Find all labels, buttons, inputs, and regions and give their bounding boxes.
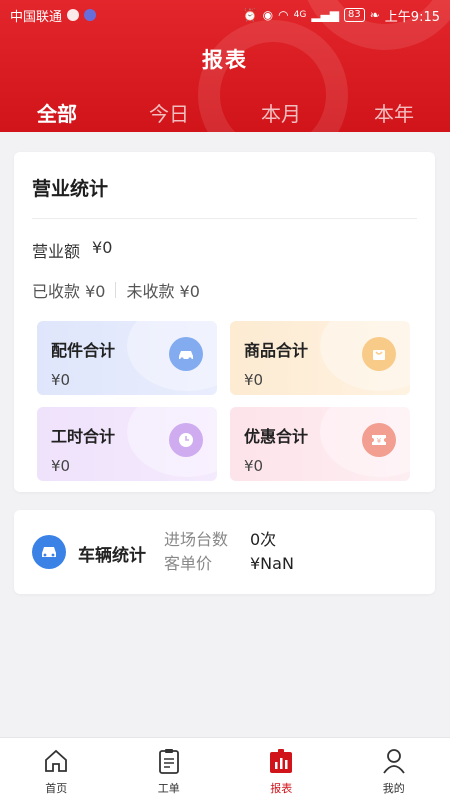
bottom-nav: 首页 工单 报表 我的	[0, 737, 450, 800]
car-icon	[32, 535, 66, 569]
message-icon	[67, 9, 80, 21]
divider	[115, 282, 117, 298]
avg-price-label: 客单价	[164, 554, 213, 573]
parts-total-value: ¥0	[51, 371, 71, 389]
bar-chart-icon	[267, 746, 295, 776]
carrier-name: 中国联通	[10, 9, 63, 25]
divider	[32, 218, 417, 219]
tab-today[interactable]: 今日	[114, 98, 224, 127]
signal-icon: ▂▄▆	[311, 8, 339, 22]
vehicle-stats-card: 车辆统计 进场台数 0次 客单价 ¥NaN	[14, 510, 435, 594]
unreceived-amount: 未收款 ¥0	[126, 282, 200, 301]
tab-month[interactable]: 本月	[226, 98, 336, 127]
alarm-icon: ⏰	[242, 8, 258, 22]
goods-total-tile[interactable]: 商品合计 ¥0	[230, 321, 410, 395]
page-title: 报表	[202, 48, 248, 72]
period-tabs: 全部 今日 本月 本年	[0, 98, 450, 132]
labor-total-value: ¥0	[51, 457, 71, 475]
discount-total-label: 优惠合计	[244, 427, 309, 446]
received-amount: 已收款 ¥0	[32, 282, 106, 301]
signal-label: 4G	[293, 10, 307, 20]
entries-label: 进场台数	[164, 530, 229, 549]
nav-profile[interactable]: 我的	[338, 738, 450, 800]
nav-home[interactable]: 首页	[0, 738, 113, 800]
shopping-bag-icon	[362, 337, 396, 371]
eye-icon: ◉	[262, 8, 274, 22]
nav-label: 报表	[270, 782, 293, 795]
tab-year[interactable]: 本年	[339, 98, 449, 127]
status-bar: 中国联通 ⏰ ◉ ◠ 4G ▂▄▆ 83 ❧ 上午9:15	[0, 0, 450, 30]
app-notification-icon	[84, 9, 97, 21]
car-parts-icon	[169, 337, 203, 371]
parts-total-label: 配件合计	[51, 341, 116, 360]
card-title: 营业统计	[32, 178, 109, 200]
payment-row: 已收款 ¥0 未收款 ¥0	[32, 278, 200, 302]
nav-label: 工单	[157, 782, 180, 795]
tab-all[interactable]: 全部	[2, 98, 112, 127]
header: 中国联通 ⏰ ◉ ◠ 4G ▂▄▆ 83 ❧ 上午9:15 报表 全部 今日 本…	[0, 0, 450, 132]
nav-reports[interactable]: 报表	[225, 738, 338, 800]
clock-time: 上午9:15	[384, 9, 440, 25]
discount-total-tile[interactable]: 优惠合计 ¥0 ¥	[230, 407, 410, 481]
coupon-icon: ¥	[362, 423, 396, 457]
revenue-row: 营业额 ¥0	[32, 238, 112, 262]
leaf-icon: ❧	[369, 8, 380, 22]
labor-total-tile[interactable]: 工时合计 ¥0	[37, 407, 217, 481]
avg-price-value: ¥NaN	[250, 554, 294, 573]
home-icon	[42, 746, 70, 776]
goods-total-label: 商品合计	[244, 341, 309, 360]
entries-value: 0次	[250, 530, 277, 549]
revenue-value: ¥0	[92, 238, 113, 257]
labor-total-label: 工时合计	[51, 427, 116, 446]
wifi-icon: ◠	[278, 8, 289, 22]
vehicle-stats-title: 车辆统计	[78, 546, 146, 566]
revenue-label: 营业额	[32, 242, 81, 261]
user-icon	[380, 746, 408, 776]
discount-total-value: ¥0	[244, 457, 264, 475]
nav-work-orders[interactable]: 工单	[113, 738, 226, 800]
nav-label: 首页	[45, 782, 68, 795]
nav-label: 我的	[382, 782, 405, 795]
battery-indicator: 83	[344, 8, 365, 22]
vehicle-stats-values: 进场台数 0次 客单价 ¥NaN	[164, 528, 294, 576]
clipboard-icon	[155, 746, 183, 776]
clock-icon	[169, 423, 203, 457]
parts-total-tile[interactable]: 配件合计 ¥0	[37, 321, 217, 395]
business-stats-card: 营业统计 营业额 ¥0 已收款 ¥0 未收款 ¥0 配件合计 ¥0 商品合计 ¥…	[14, 152, 435, 492]
goods-total-value: ¥0	[244, 371, 264, 389]
svg-text:¥: ¥	[377, 437, 382, 445]
